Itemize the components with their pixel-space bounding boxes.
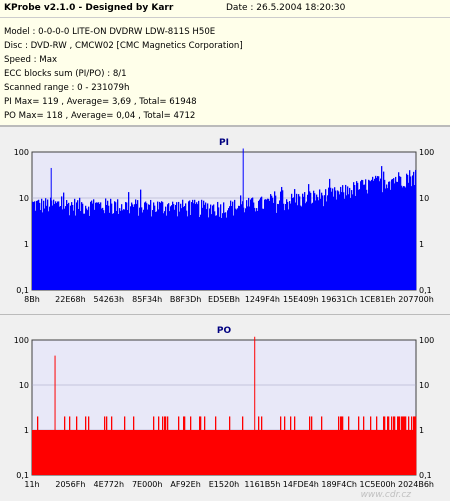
- y-tick-left: 10: [19, 194, 29, 203]
- y-tick-right: 100: [419, 336, 434, 345]
- x-tick-label: 1C5E00h: [360, 480, 396, 489]
- x-tick-label: E1520h: [209, 480, 239, 489]
- y-tick-left: 1: [24, 240, 29, 249]
- y-tick-right: 1: [419, 426, 424, 435]
- y-tick-right: 100: [419, 148, 434, 157]
- kprobe-window: KProbe v2.1.0 - Designed by Karr Date : …: [0, 0, 450, 501]
- y-tick-left: 10: [19, 381, 29, 390]
- x-tick-label: 85F34h: [132, 295, 162, 304]
- y-tick-right: 10: [419, 194, 429, 203]
- y-tick-right: 1: [419, 240, 424, 249]
- x-tick-label: 1CE81Eh: [360, 295, 396, 304]
- x-tick-label: 14FDE4h: [283, 480, 319, 489]
- pi-chart: PI100 10010 101 10,1 0,18Bh 22E68h 54263h 85F34…: [14, 138, 435, 304]
- y-tick-left: 100: [14, 148, 29, 157]
- info-ecc: ECC blocks sum (PI/PO) : 8/1: [4, 69, 127, 79]
- scan-date: Date : 26.5.2004 18:20:30: [226, 3, 346, 13]
- pi-chart-panel: PI 100 100 10 10 1 1 0,1 0,1 8Bh 22E68h 54263h 85F34…: [0, 126, 450, 315]
- x-tick-label: 1249F4h: [245, 295, 280, 304]
- info-model: Model : 0-0-0-0 LITE-ON DVDRW LDW-811S H…: [4, 27, 216, 37]
- x-tick-label: 2024B6h: [398, 480, 434, 489]
- x-tick-label: 2056Fh: [55, 480, 85, 489]
- po-chart-panel: PO 100 100 10 10 1 1 0,1 0,1 11h 2056Fh 4E772h 7E000…: [0, 314, 450, 501]
- info-pi-stats: PI Max= 119 , Average= 3,69 , Total= 619…: [4, 97, 197, 107]
- x-tick-label: 4E772h: [94, 480, 124, 489]
- x-tick-label: 7E000h: [132, 480, 162, 489]
- y-tick-left: 100: [14, 336, 29, 345]
- y-tick-left: 0,1: [16, 286, 29, 295]
- x-tick-label: B8F3Dh: [170, 295, 202, 304]
- info-panel: KProbe v2.1.0 - Designed by Karr Date : …: [0, 0, 450, 126]
- po-chart: PO100 10010 101 10,1 0,111h 2056Fh 4E772h 7E000…: [14, 326, 435, 500]
- x-tick-label: 22E68h: [55, 295, 85, 304]
- app-title: KProbe v2.1.0 - Designed by Karr: [4, 3, 174, 13]
- info-po-stats: PO Max= 118 , Average= 0,04 , Total= 471…: [4, 111, 196, 121]
- x-tick-label: 11h: [24, 480, 39, 489]
- x-tick-label: 1161B5h: [244, 480, 280, 489]
- info-range: Scanned range : 0 - 231079h: [4, 83, 130, 93]
- y-tick-right: 0,1: [419, 471, 432, 480]
- x-tick-label: 8Bh: [24, 295, 40, 304]
- y-tick-left: 1: [24, 426, 29, 435]
- x-tick-label: AF92Eh: [170, 480, 200, 489]
- x-tick-label: ED5EBh: [208, 295, 240, 304]
- y-tick-left: 0,1: [16, 471, 29, 480]
- info-header: KProbe v2.1.0 - Designed by Karr Date : …: [0, 0, 450, 18]
- chart-title: PO: [217, 326, 232, 336]
- x-tick-label: 15E409h: [283, 295, 319, 304]
- info-speed: Speed : Max: [4, 55, 58, 65]
- info-disc: Disc : DVD-RW , CMCW02 [CMC Magnetics Co…: [4, 41, 243, 51]
- bar: [415, 169, 417, 290]
- watermark: www.cdr.cz: [361, 490, 412, 500]
- x-tick-label: 19631Ch: [321, 295, 357, 304]
- y-tick-right: 0,1: [419, 286, 432, 295]
- x-tick-label: 54263h: [94, 295, 125, 304]
- bar: [415, 416, 417, 475]
- x-tick-label: 189F4Ch: [321, 480, 357, 489]
- y-tick-right: 10: [419, 381, 429, 390]
- chart-title: PI: [219, 138, 229, 148]
- x-tick-label: 207700h: [398, 295, 434, 304]
